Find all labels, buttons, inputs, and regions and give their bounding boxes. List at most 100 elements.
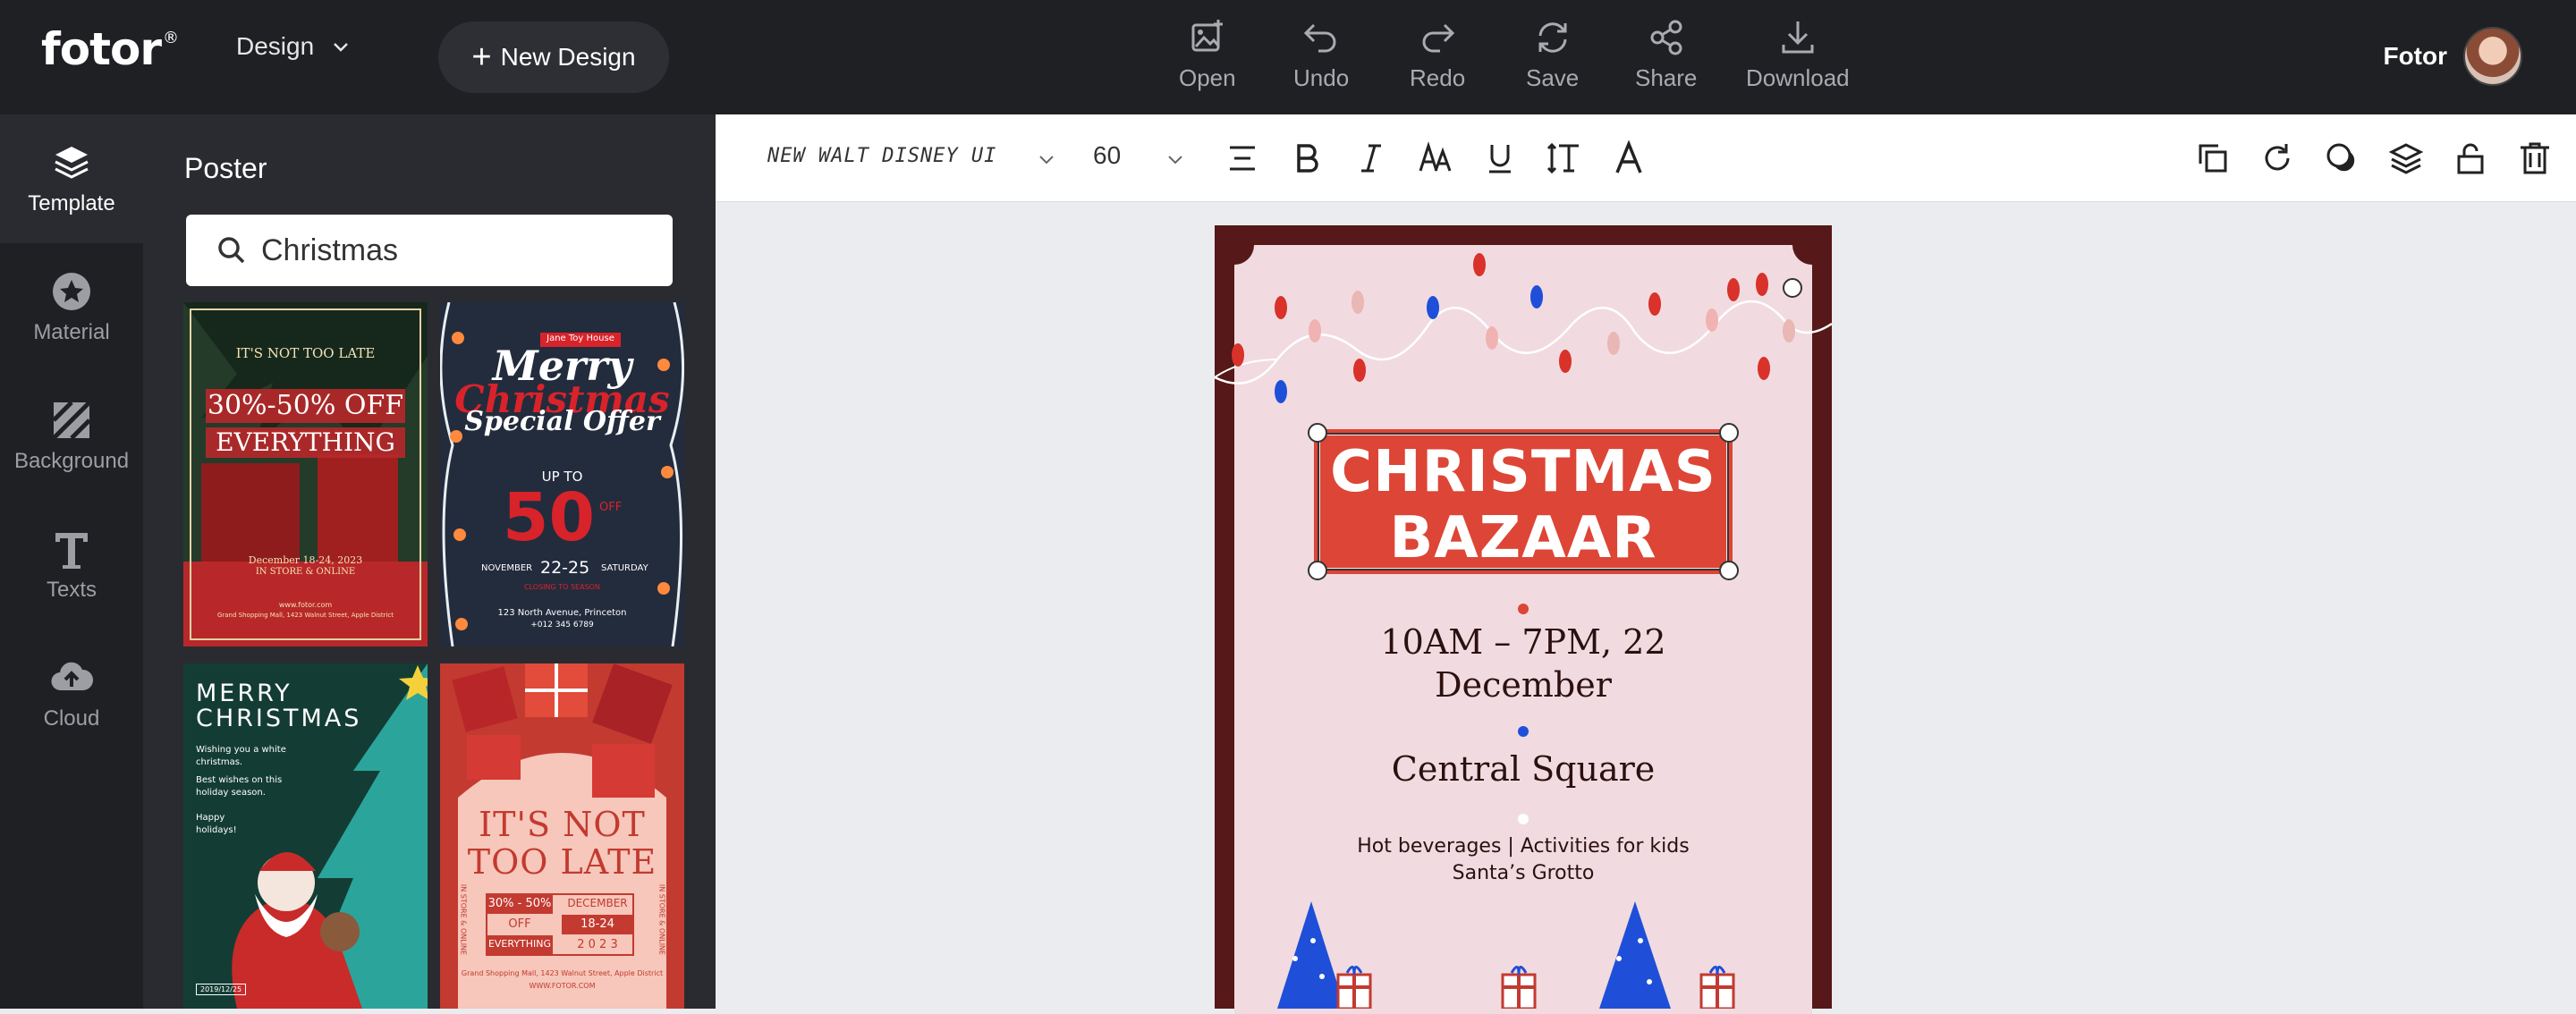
download-button[interactable]: Download bbox=[1746, 18, 1850, 92]
rotate-handle[interactable] bbox=[1783, 278, 1802, 298]
font-family-select[interactable]: NEW WALT DISNEY UI bbox=[767, 145, 996, 167]
template-3-text: Best wishes on this holiday season. bbox=[196, 775, 283, 798]
save-button[interactable]: Save bbox=[1526, 18, 1579, 92]
lock-button[interactable] bbox=[2452, 139, 2489, 177]
open-button[interactable]: Open bbox=[1179, 18, 1236, 92]
template-4-text: WWW.FOTOR.COM bbox=[529, 982, 596, 990]
template-card-3[interactable]: MERRY CHRISTMAS Wishing you a white chri… bbox=[183, 663, 428, 1009]
template-panel: Poster Christmas IT'S NOT TOO LATE 30%-5… bbox=[143, 114, 716, 1009]
text-color-icon bbox=[1615, 140, 1642, 173]
layers-icon bbox=[55, 147, 89, 179]
plus-icon: + bbox=[471, 38, 492, 76]
nav-texts[interactable]: Texts bbox=[0, 501, 143, 630]
template-1-text: 30%-50% OFF bbox=[207, 390, 404, 421]
text-color-button[interactable] bbox=[1610, 139, 1648, 177]
template-card-4[interactable]: IT'S NOT TOO LATE 30% - 50% OFF EVERYTHI… bbox=[440, 663, 684, 1009]
new-design-button[interactable]: + New Design bbox=[438, 21, 669, 93]
rotate-icon bbox=[2265, 144, 2290, 171]
case-button[interactable] bbox=[1417, 139, 1454, 177]
poster-place[interactable]: Central Square bbox=[1234, 749, 1812, 789]
poster-decorations bbox=[1215, 225, 1832, 1009]
template-3-text: MERRY bbox=[196, 680, 292, 707]
duplicate-button[interactable] bbox=[2194, 139, 2232, 177]
italic-button[interactable] bbox=[1352, 139, 1390, 177]
layers-button[interactable] bbox=[2387, 139, 2425, 177]
template-2-text: SATURDAY bbox=[601, 563, 648, 573]
christmas-trees bbox=[1277, 901, 1671, 1009]
template-2-text: Special Offer bbox=[464, 406, 660, 437]
template-4-text: 30% - 50% bbox=[487, 897, 552, 910]
text-icon bbox=[55, 533, 88, 569]
poster-title[interactable]: CHRISTMAS BAZAAR bbox=[1314, 429, 1733, 574]
top-bar: fotor ® Design + New Design Open Undo Red… bbox=[0, 0, 2576, 114]
christmas-lights bbox=[1232, 253, 1795, 403]
line-height-button[interactable] bbox=[1546, 139, 1583, 177]
template-1-text: EVERYTHING bbox=[216, 427, 395, 457]
design-menu[interactable]: Design bbox=[236, 32, 352, 61]
resize-handle-bl[interactable] bbox=[1308, 561, 1327, 580]
trash-icon bbox=[2521, 142, 2549, 174]
template-2-text: +012 345 6789 bbox=[530, 621, 594, 630]
chevron-down-icon bbox=[334, 43, 349, 52]
resize-handle-br[interactable] bbox=[1719, 561, 1739, 580]
align-button[interactable] bbox=[1224, 139, 1261, 177]
template-1-text: Grand Shopping Mall, 1423 Walnut Street,… bbox=[216, 612, 394, 619]
share-button[interactable]: Share bbox=[1635, 18, 1697, 92]
nav-background[interactable]: Background bbox=[0, 372, 143, 501]
template-4-text: 2 0 2 3 bbox=[577, 938, 618, 951]
nav-cloud[interactable]: Cloud bbox=[0, 630, 143, 758]
delete-button[interactable] bbox=[2516, 139, 2554, 177]
text-case-icon bbox=[1419, 141, 1452, 172]
fotor-logo[interactable]: fotor ® bbox=[41, 23, 179, 75]
rotate-button[interactable] bbox=[2258, 139, 2296, 177]
template-4-text: 18-24 bbox=[580, 917, 614, 931]
poster-info[interactable]: Hot beverages | Activities for kids Sant… bbox=[1234, 833, 1812, 887]
star-icon bbox=[53, 273, 90, 310]
search-icon bbox=[218, 237, 245, 264]
search-input[interactable]: Christmas bbox=[186, 215, 673, 286]
panel-title: Poster bbox=[184, 152, 267, 184]
chevron-down-icon[interactable] bbox=[1036, 148, 1057, 170]
poster-title-line-2: BAZAAR bbox=[1389, 505, 1657, 571]
template-4-text: Grand Shopping Mall, 1423 Walnut Street,… bbox=[461, 969, 664, 977]
bold-icon bbox=[1297, 144, 1318, 173]
underline-button[interactable] bbox=[1481, 139, 1519, 177]
user-menu[interactable]: Fotor bbox=[2383, 27, 2522, 86]
background-icon bbox=[52, 401, 91, 440]
template-card-1[interactable]: IT'S NOT TOO LATE 30%-50% OFF EVERYTHING… bbox=[183, 302, 428, 646]
bold-button[interactable] bbox=[1288, 139, 1326, 177]
template-2-text: 123 North Avenue, Princeton bbox=[497, 608, 627, 618]
effects-icon bbox=[2326, 143, 2355, 172]
template-3-text: Wishing you a white christmas. bbox=[196, 745, 286, 767]
template-2-text: 50 bbox=[503, 479, 595, 556]
undo-button[interactable]: Undo bbox=[1293, 18, 1349, 92]
align-center-icon bbox=[1230, 146, 1255, 171]
template-4-text: IT'S NOT bbox=[479, 805, 646, 844]
font-size-select[interactable]: 60 bbox=[1093, 141, 1121, 170]
template-2-text: NOVEMBER bbox=[481, 563, 533, 573]
template-card-2[interactable]: Jane Toy House Merry Christmas Special O… bbox=[440, 302, 684, 646]
effects-button[interactable] bbox=[2323, 139, 2360, 177]
gift-boxes bbox=[1336, 966, 1735, 1009]
duplicate-icon bbox=[2199, 144, 2227, 173]
avatar bbox=[2463, 27, 2522, 86]
template-2-text: OFF bbox=[599, 501, 623, 514]
line-height-icon bbox=[1546, 142, 1579, 174]
poster-divider-dot bbox=[1518, 814, 1529, 824]
poster-title-line-1: CHRISTMAS bbox=[1330, 439, 1716, 505]
resize-handle-tl[interactable] bbox=[1308, 423, 1327, 443]
template-3-text: CHRISTMAS bbox=[196, 705, 362, 732]
template-1-text: IN STORE & ONLINE bbox=[255, 567, 356, 577]
image-open-icon bbox=[1191, 20, 1223, 52]
nav-template[interactable]: Template bbox=[0, 114, 143, 243]
template-1-text: www.fotor.com bbox=[278, 601, 333, 609]
resize-handle-tr[interactable] bbox=[1719, 423, 1739, 443]
chevron-down-icon[interactable] bbox=[1165, 148, 1186, 170]
poster-time[interactable]: 10AM – 7PM, 22 December bbox=[1234, 621, 1812, 706]
nav-material[interactable]: Material bbox=[0, 243, 143, 372]
redo-button[interactable]: Redo bbox=[1410, 18, 1465, 92]
template-3-text: 2019/12/25 bbox=[196, 984, 247, 995]
template-4-text: DECEMBER bbox=[567, 897, 628, 909]
template-4-text: IN STORE & ONLINE bbox=[657, 883, 666, 956]
template-4-text: EVERYTHING bbox=[487, 938, 552, 950]
